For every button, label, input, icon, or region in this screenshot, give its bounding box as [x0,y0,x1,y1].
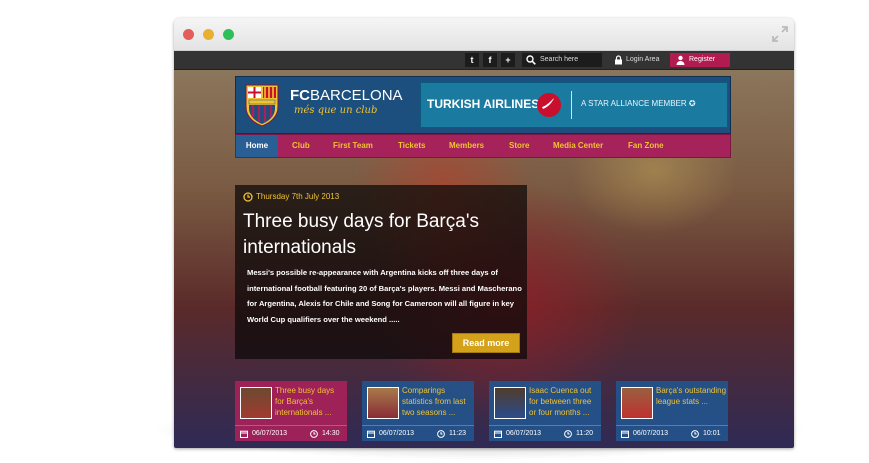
nav-item-tickets[interactable]: Tickets [398,135,425,157]
news-thumbnail [494,387,526,419]
login-area-link[interactable]: Login Area [610,53,666,67]
article-headline[interactable]: Three busy days for Barça's internationa… [243,209,513,261]
news-thumbnail [240,387,272,419]
sponsor-divider [571,91,572,119]
clock-icon [243,192,253,202]
calendar-icon [621,430,629,438]
browser-window: t f + Search here Login Area Register FC… [174,18,794,448]
news-card[interactable]: Comparings statistics from last two seas… [362,381,474,441]
clock-icon [564,430,572,438]
login-label: Login Area [626,56,660,63]
brand-tagline: més que un club [294,105,378,116]
expand-icon[interactable] [772,26,788,42]
clock-icon [691,430,699,438]
news-card-meta: 06/07/2013 10:01 [616,425,728,442]
browser-title-bar [174,18,794,51]
news-card[interactable]: Isaac Cuenca out for between three or fo… [489,381,601,441]
news-card-time: 11:20 [576,430,593,437]
top-utility-bar: t f + Search here Login Area Register [174,51,794,70]
close-window-button[interactable] [183,29,194,40]
search-icon [526,55,536,65]
calendar-icon [367,430,375,438]
nav-item-home[interactable]: Home [236,135,278,157]
news-card-title[interactable]: Barça's outstanding league stats ... [656,385,726,407]
register-button[interactable]: Register [670,53,730,67]
news-card[interactable]: Three busy days for Barça's internationa… [235,381,347,441]
calendar-icon [240,430,248,438]
news-card-date: 06/07/2013 [379,430,415,437]
news-card[interactable]: Barça's outstanding league stats ... 06/… [616,381,728,441]
facebook-icon[interactable]: f [483,53,497,67]
news-thumbnail [621,387,653,419]
news-card-time: 14:30 [322,430,340,437]
brand-name-rest: BARCELONA [310,87,403,104]
article-summary: Messi's possible re-appearance with Arge… [247,268,522,324]
sponsor-alliance: A STAR ALLIANCE MEMBER ✪ [581,99,696,108]
news-card-title[interactable]: Comparings statistics from last two seas… [402,385,472,418]
news-card-date: 06/07/2013 [252,430,288,437]
user-icon [676,55,685,65]
clock-icon [310,430,318,438]
news-card-title[interactable]: Three busy days for Barça's internationa… [275,385,345,418]
news-card-meta: 06/07/2013 11:20 [489,425,601,442]
plus-icon[interactable]: + [501,53,515,67]
read-more-button[interactable]: Read more [452,333,520,353]
site-header: FCBARCELONA més que un club TURKISH AIRL… [235,76,731,134]
search-input[interactable]: Search here [522,53,602,67]
lock-icon [615,55,622,65]
alliance-text: A STAR ALLIANCE MEMBER [581,99,687,108]
news-card-meta: 06/07/2013 11:23 [362,425,474,442]
nav-item-first-team[interactable]: First Team [333,135,373,157]
news-thumbnail [367,387,399,419]
nav-item-media-center[interactable]: Media Center [553,135,603,157]
clock-icon [437,430,445,438]
news-card-date: 06/07/2013 [633,430,669,437]
news-card-meta: 06/07/2013 14:30 [235,425,347,442]
featured-article: Thursday 7th July 2013 Three busy days f… [235,185,527,359]
main-navigation: Home Club First Team Tickets Members Sto… [235,134,731,158]
brand-name: FCBARCELONA [290,87,403,104]
turkish-airlines-icon [537,93,561,117]
news-card-date: 06/07/2013 [506,430,542,437]
sponsor-name: TURKISH AIRLINES [427,97,540,111]
news-card-time: 10:01 [703,430,721,437]
article-date-text: Thursday 7th July 2013 [256,192,340,201]
register-label: Register [689,56,716,63]
nav-item-members[interactable]: Members [449,135,484,157]
nav-item-store[interactable]: Store [509,135,529,157]
search-placeholder: Search here [540,56,579,63]
maximize-window-button[interactable] [223,29,234,40]
nav-item-fan-zone[interactable]: Fan Zone [628,135,664,157]
twitter-icon[interactable]: t [465,53,479,67]
website-page: t f + Search here Login Area Register FC… [174,51,794,448]
sponsor-banner[interactable]: TURKISH AIRLINES A STAR ALLIANCE MEMBER … [420,82,728,128]
star-alliance-icon: ✪ [688,99,696,108]
brand-name-bold: FC [290,87,310,104]
news-card-time: 11:23 [449,430,466,437]
calendar-icon [494,430,502,438]
nav-item-club[interactable]: Club [292,135,310,157]
news-card-title[interactable]: Isaac Cuenca out for between three or fo… [529,385,599,418]
fcb-crest-logo[interactable] [244,83,280,127]
minimize-window-button[interactable] [203,29,214,40]
